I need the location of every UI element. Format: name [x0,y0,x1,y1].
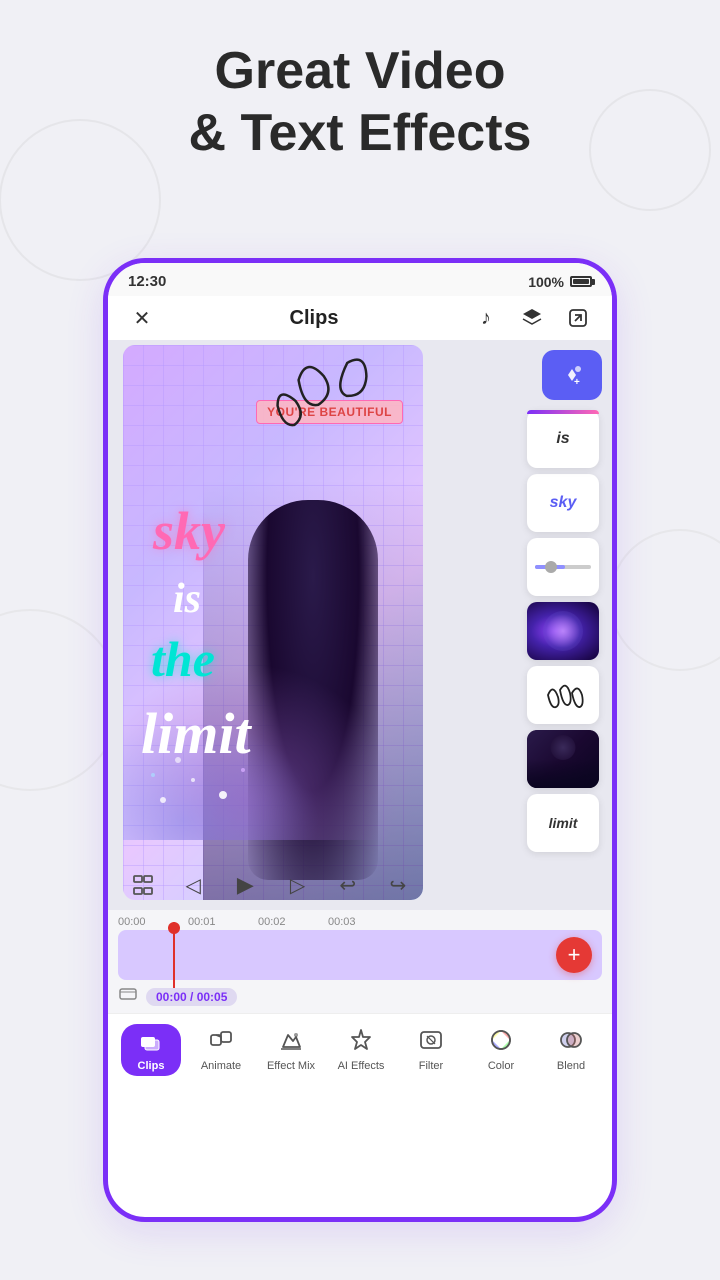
undo-button[interactable]: ↩ [330,867,366,903]
canvas-area: YOU'RE BEAUTIFUL sky is the limit [108,340,612,910]
toolbar-item-blend[interactable]: Blend [536,1024,606,1072]
animate-label: Animate [201,1060,241,1072]
top-bar: ✕ Clips ♪ [108,296,612,340]
fullscreen-button[interactable] [125,867,161,903]
panel-card-is[interactable]: is [527,410,599,468]
panel-card-limit[interactable]: limit [527,794,599,852]
canvas-text-sky: sky [153,500,225,562]
title-line2: & Text Effects [189,104,532,162]
time-indicator: 00:00 / 00:05 [146,988,237,1006]
panel-card-slider[interactable] [527,538,599,596]
clips-label: Clips [135,1060,167,1072]
color-icon [485,1024,517,1056]
ruler-mark-3: 00:03 [328,916,398,928]
play-button[interactable]: ▶ [225,865,265,905]
panel-card-dark-photo[interactable] [527,730,599,788]
canvas-controls: ◁ ▶ ▷ ↩ ↪ [108,865,433,905]
ai-enhance-button[interactable]: + [542,350,602,400]
filter-icon [415,1024,447,1056]
toolbar-item-clips[interactable]: Clips [116,1024,186,1076]
timeline-track[interactable]: + [118,930,602,980]
panel-card-limit-text: limit [549,815,578,831]
ruler-mark-1: 00:01 [188,916,258,928]
status-time: 12:30 [128,273,166,290]
redo-button[interactable]: ↪ [380,867,416,903]
blend-label: Blend [557,1060,585,1072]
svg-text:+: + [574,377,580,388]
layers-icon[interactable] [518,304,546,332]
effect-mix-icon [275,1024,307,1056]
effect-mix-label: Effect Mix [267,1060,315,1072]
add-clip-button[interactable]: + [556,937,592,973]
animate-icon [205,1024,237,1056]
side-panel: + is sky [527,350,607,852]
close-button[interactable]: ✕ [128,304,156,332]
battery-icon [570,276,592,287]
ruler-mark-2: 00:02 [258,916,328,928]
toolbar-item-ai-effects[interactable]: AI Effects [326,1024,396,1072]
panel-card-is-text: is [556,430,569,448]
panel-card-sky[interactable]: sky [527,474,599,532]
top-bar-icons: ♪ [472,304,592,332]
music-icon[interactable]: ♪ [472,304,500,332]
toolbar-item-effect-mix[interactable]: Effect Mix [256,1024,326,1072]
panel-card-sky-text: sky [550,494,577,512]
status-bar: 12:30 100% [108,263,612,296]
timeline-area: 00:00 00:01 00:02 00:03 + 00:00 / 00:05 [108,910,612,1013]
color-label: Color [488,1060,514,1072]
phone-mockup: 12:30 100% ✕ Clips ♪ [105,260,615,1220]
toolbar-item-filter[interactable]: Filter [396,1024,466,1072]
panel-card-galaxy[interactable] [527,602,599,660]
video-canvas: YOU'RE BEAUTIFUL sky is the limit [123,345,423,900]
battery-percent: 100% [528,274,564,290]
ai-effects-icon [345,1024,377,1056]
status-right: 100% [528,274,592,290]
export-icon[interactable] [564,304,592,332]
clip-icon [118,984,138,1009]
canvas-text-the: the [151,630,215,688]
sparkles [143,740,263,820]
bottom-toolbar: Clips Animate Effec [108,1013,612,1084]
timeline-label-row: 00:00 / 00:05 [108,980,612,1013]
canvas-text-is: is [173,575,201,623]
toolbar-item-animate[interactable]: Animate [186,1024,256,1072]
timeline-cursor [173,922,175,988]
clips-icon [135,1028,167,1060]
page-title: Great Video & Text Effects [0,40,720,165]
ai-effects-label: AI Effects [338,1060,385,1072]
toolbar-item-color[interactable]: Color [466,1024,536,1072]
prev-button[interactable]: ◁ [175,867,211,903]
title-line1: Great Video [215,42,506,100]
filter-label: Filter [419,1060,443,1072]
blend-icon [555,1024,587,1056]
app-title: Clips [290,307,339,330]
timeline-ruler: 00:00 00:01 00:02 00:03 [108,910,612,930]
panel-card-doodle[interactable] [527,666,599,724]
next-button[interactable]: ▷ [280,867,316,903]
